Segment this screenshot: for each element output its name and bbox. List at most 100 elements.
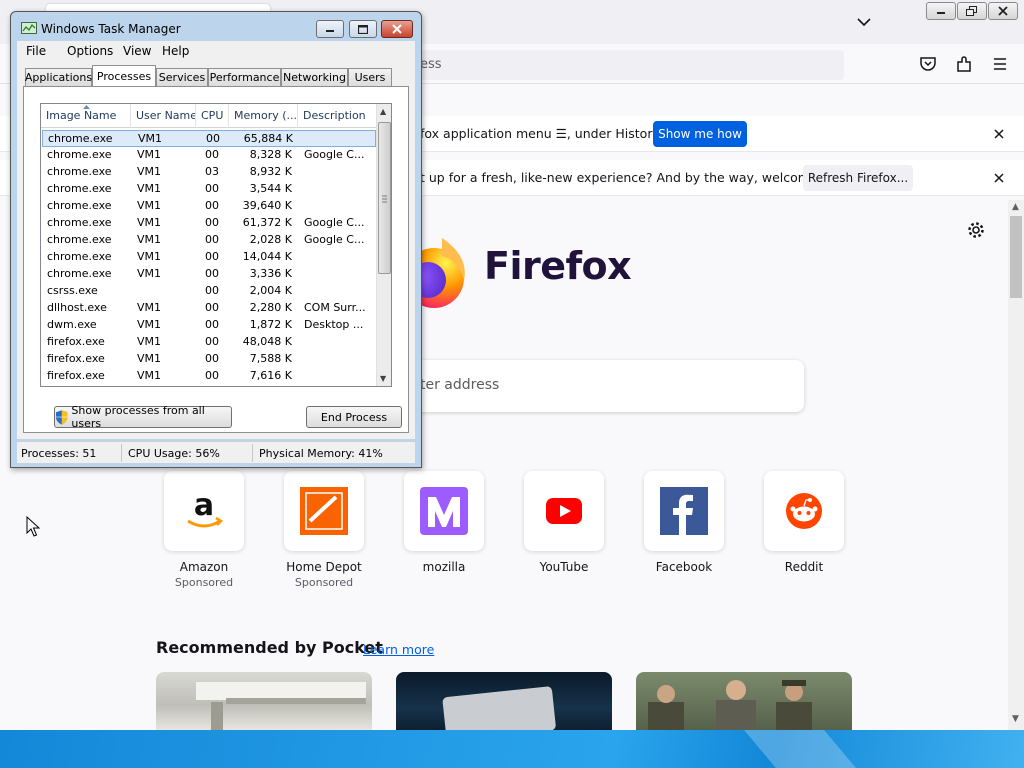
scroll-down-icon[interactable]: ▼ bbox=[380, 374, 386, 383]
process-row[interactable]: chrome.exe VM1 00 3,544 K bbox=[42, 181, 376, 198]
cell-memory: 8,932 K bbox=[249, 165, 292, 178]
tab-applications[interactable]: Applications bbox=[25, 68, 92, 86]
window-title: Windows Task Manager bbox=[41, 22, 181, 36]
show-me-how-button[interactable]: Show me how bbox=[653, 121, 747, 147]
cell-memory: 39,640 K bbox=[242, 199, 292, 212]
tab-services[interactable]: Services bbox=[156, 68, 208, 86]
shortcut-home-depot[interactable]: Home Depot Sponsored bbox=[264, 471, 364, 591]
maximize-button[interactable] bbox=[349, 20, 377, 38]
home-depot-icon bbox=[284, 471, 364, 551]
cell-cpu: 00 bbox=[205, 318, 219, 331]
shortcut-facebook[interactable]: Facebook bbox=[624, 471, 724, 591]
column-description[interactable]: Description bbox=[298, 104, 377, 128]
cell-cpu: 00 bbox=[205, 216, 219, 229]
close-button[interactable] bbox=[988, 2, 1018, 20]
tab-users[interactable]: Users bbox=[348, 68, 392, 86]
pocket-icon[interactable] bbox=[918, 54, 938, 74]
scrollbar-thumb[interactable] bbox=[378, 122, 391, 274]
info-bar-text: fox application menu ☰, under History. bbox=[420, 126, 663, 141]
column-user-name[interactable]: User Name bbox=[131, 104, 196, 128]
extensions-icon[interactable] bbox=[954, 54, 974, 74]
end-process-button[interactable]: End Process bbox=[306, 406, 402, 428]
shortcut-label: mozilla bbox=[422, 560, 466, 574]
sort-ascending-icon bbox=[83, 105, 90, 109]
shortcut-mozilla[interactable]: mozilla bbox=[384, 471, 484, 591]
cell-user-name: VM1 bbox=[137, 250, 162, 263]
process-row[interactable]: chrome.exe VM1 00 3,336 K bbox=[42, 266, 376, 283]
cell-description: Desktop ... bbox=[304, 318, 364, 331]
cell-image-name: firefox.exe bbox=[47, 369, 105, 382]
column-image-name[interactable]: Image Name bbox=[41, 104, 131, 128]
cell-cpu: 00 bbox=[205, 284, 219, 297]
pocket-heading: Recommended by Pocket bbox=[156, 638, 383, 657]
pocket-story-card[interactable] bbox=[396, 672, 612, 730]
tab-performance[interactable]: Performance bbox=[208, 68, 281, 86]
process-row[interactable]: chrome.exe VM1 00 8,328 K Google C... bbox=[42, 147, 376, 164]
scrollbar-thumb[interactable] bbox=[1010, 216, 1022, 298]
app-menu-icon[interactable] bbox=[990, 54, 1010, 74]
process-row[interactable]: chrome.exe VM1 00 61,372 K Google C... bbox=[42, 215, 376, 232]
pocket-story-card[interactable] bbox=[156, 672, 372, 730]
minimize-button[interactable] bbox=[926, 2, 956, 20]
mozilla-icon bbox=[404, 471, 484, 551]
learn-more-link[interactable]: Learn more bbox=[363, 642, 434, 657]
cell-cpu: 03 bbox=[205, 165, 219, 178]
search-input[interactable]: ter address bbox=[380, 360, 804, 412]
process-row[interactable]: firefox.exe VM1 00 7,588 K bbox=[42, 351, 376, 368]
menu-bar: File Options View Help bbox=[17, 41, 415, 61]
status-memory: Physical Memory: 41% bbox=[259, 447, 383, 460]
cell-user-name: VM1 bbox=[137, 148, 162, 161]
menu-file[interactable]: File bbox=[26, 44, 46, 58]
story-image bbox=[648, 680, 812, 730]
scroll-up-icon[interactable]: ▲ bbox=[380, 107, 386, 116]
info-bar-text: t up for a fresh, like-new experience? A… bbox=[420, 170, 857, 185]
process-row[interactable]: chrome.exe VM1 00 65,884 K bbox=[42, 130, 376, 147]
cell-cpu: 00 bbox=[205, 250, 219, 263]
close-icon[interactable] bbox=[990, 169, 1008, 187]
cell-image-name: chrome.exe bbox=[47, 148, 112, 161]
refresh-firefox-button[interactable]: Refresh Firefox... bbox=[803, 165, 913, 191]
title-bar[interactable]: Windows Task Manager bbox=[11, 12, 421, 40]
menu-view[interactable]: View bbox=[123, 44, 151, 58]
shortcut-youtube[interactable]: YouTube bbox=[504, 471, 604, 591]
column-memory[interactable]: Memory (... bbox=[229, 104, 298, 128]
scroll-down-icon[interactable]: ▼ bbox=[1012, 714, 1019, 724]
scroll-up-icon[interactable]: ▲ bbox=[1012, 202, 1019, 212]
page-scrollbar[interactable]: ▲ ▼ bbox=[1008, 200, 1024, 730]
shortcut-reddit[interactable]: Reddit bbox=[744, 471, 844, 591]
tab-networking[interactable]: Networking bbox=[281, 68, 348, 86]
process-list[interactable]: Image Name User Name CPU Memory (... Des… bbox=[40, 103, 392, 387]
cell-user-name: VM1 bbox=[137, 216, 162, 229]
close-button[interactable] bbox=[381, 20, 413, 38]
show-all-users-button[interactable]: Show processes from all users bbox=[54, 404, 232, 430]
process-row[interactable]: chrome.exe VM1 00 14,044 K bbox=[42, 249, 376, 266]
cell-image-name: chrome.exe bbox=[47, 216, 112, 229]
process-row[interactable]: dllhost.exe VM1 00 2,280 K COM Surr... bbox=[42, 300, 376, 317]
cell-memory: 7,616 K bbox=[249, 369, 292, 382]
list-all-tabs-icon[interactable] bbox=[852, 10, 876, 34]
firefox-wordmark: Firefox bbox=[484, 244, 632, 288]
process-row[interactable]: chrome.exe VM1 00 39,640 K bbox=[42, 198, 376, 215]
process-row[interactable]: firefox.exe VM1 00 48,048 K bbox=[42, 334, 376, 351]
process-row[interactable]: firefox.exe VM1 00 7,616 K bbox=[42, 368, 376, 385]
restore-button[interactable] bbox=[957, 2, 987, 20]
process-row[interactable]: dwm.exe VM1 00 1,872 K Desktop ... bbox=[42, 317, 376, 334]
column-cpu[interactable]: CPU bbox=[196, 104, 229, 128]
gear-icon[interactable] bbox=[966, 220, 986, 240]
cell-cpu: 00 bbox=[205, 335, 219, 348]
menu-help[interactable]: Help bbox=[162, 44, 189, 58]
menu-options[interactable]: Options bbox=[67, 44, 113, 58]
process-row[interactable]: chrome.exe VM1 00 2,028 K Google C... bbox=[42, 232, 376, 249]
shortcut-amazon[interactable]: a Amazon Sponsored bbox=[144, 471, 244, 591]
process-row[interactable]: csrss.exe 00 2,004 K bbox=[42, 283, 376, 300]
process-list-scrollbar[interactable]: ▲ ▼ bbox=[376, 104, 391, 386]
close-icon[interactable] bbox=[990, 125, 1008, 143]
process-row[interactable]: chrome.exe VM1 03 8,932 K bbox=[42, 164, 376, 181]
pocket-story-card[interactable] bbox=[636, 672, 852, 730]
cell-image-name: dwm.exe bbox=[47, 318, 97, 331]
tab-processes[interactable]: Processes bbox=[92, 65, 156, 87]
cell-image-name: chrome.exe bbox=[48, 132, 113, 145]
story-image bbox=[196, 682, 366, 730]
cell-image-name: chrome.exe bbox=[47, 199, 112, 212]
minimize-button[interactable] bbox=[316, 20, 344, 38]
